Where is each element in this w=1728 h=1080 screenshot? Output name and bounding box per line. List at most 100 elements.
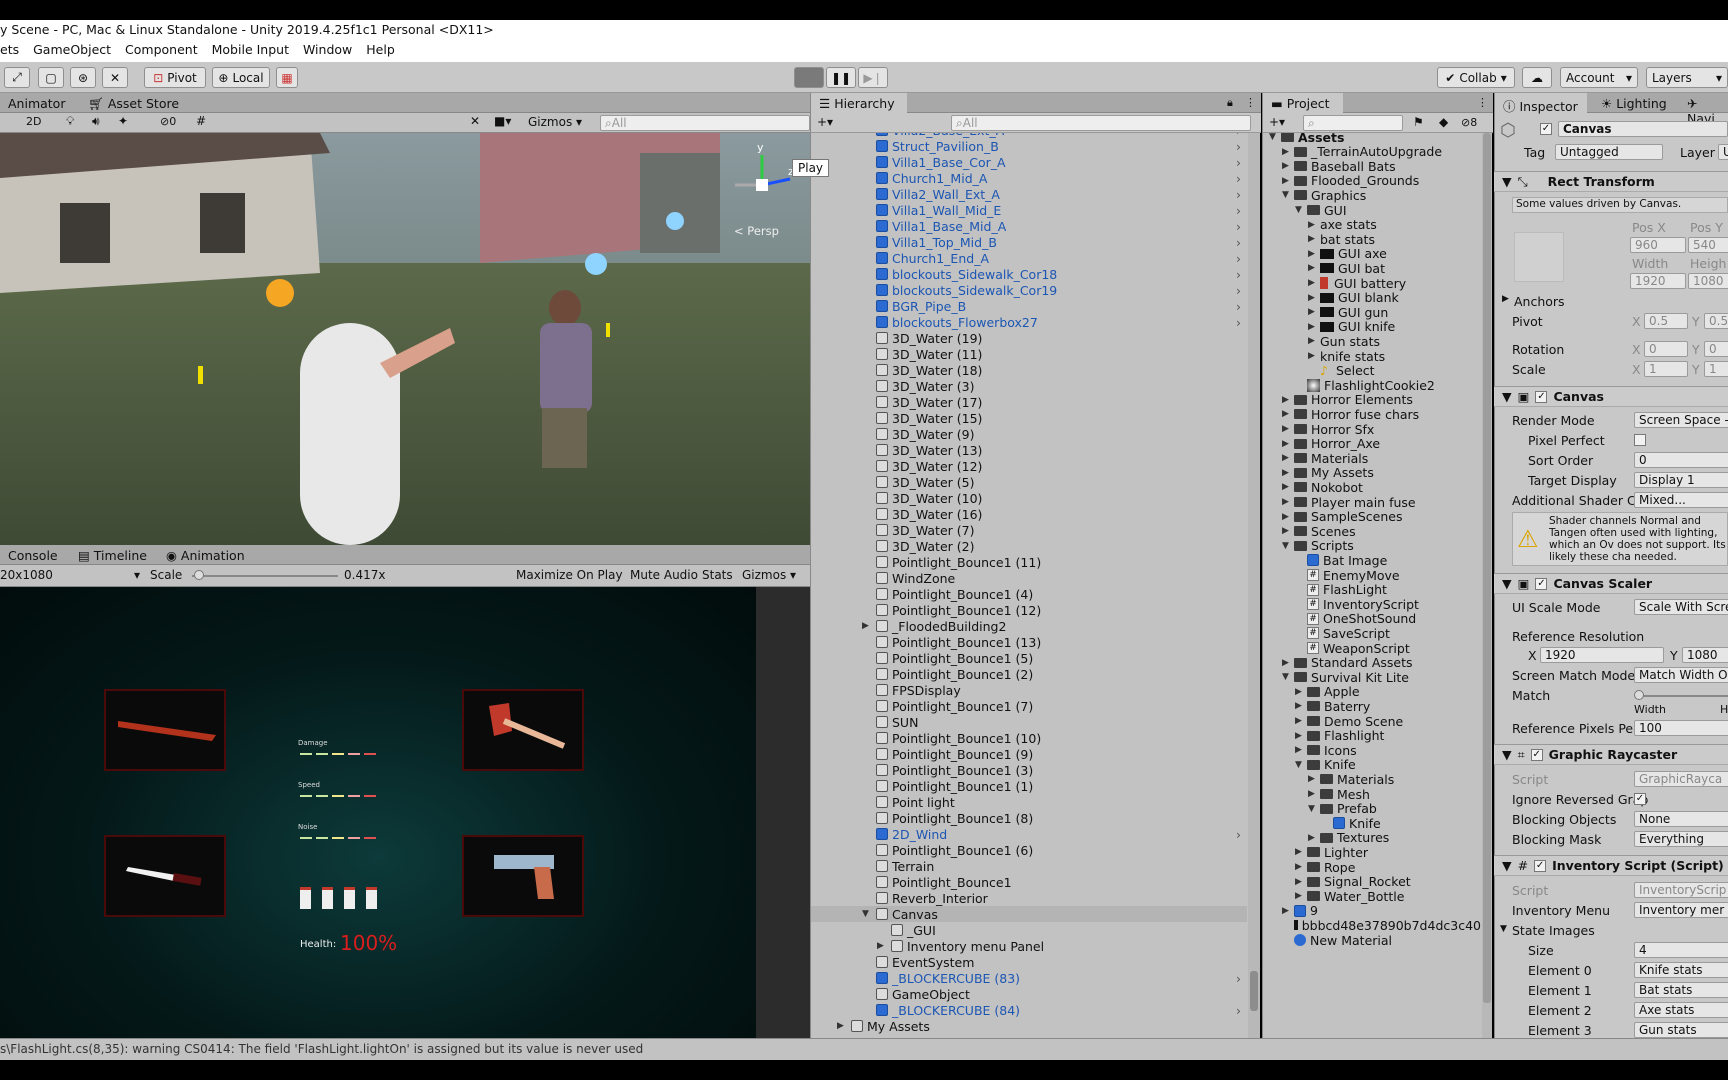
maximize-on-play-toggle[interactable]: Maximize On Play	[516, 568, 623, 582]
expand-arrow-icon[interactable]: ▶	[877, 941, 887, 951]
target-display-dropdown[interactable]: Display 1	[1634, 472, 1728, 488]
ignore-reversed-checkbox[interactable]: ✓	[1634, 793, 1646, 805]
menu-item[interactable]: Component	[125, 42, 198, 57]
enabled-checkbox[interactable]: ✓	[1535, 390, 1548, 403]
hierarchy-item[interactable]: Pointlight_Bounce1 (4)	[811, 586, 1247, 602]
hierarchy-item[interactable]: 3D_Water (11)	[811, 346, 1247, 362]
scale-slider[interactable]	[192, 570, 338, 580]
render-mode-dropdown[interactable]: Screen Space -	[1634, 412, 1728, 428]
expand-arrow-icon[interactable]: ▶	[1308, 774, 1318, 784]
hierarchy-item[interactable]: Pointlight_Bounce1 (6)	[811, 842, 1247, 858]
scale-tool-icon[interactable]: ▢	[38, 67, 64, 88]
expand-arrow-icon[interactable]: ▶	[1295, 745, 1305, 755]
expand-arrow-icon[interactable]: ▶	[1308, 249, 1318, 259]
expand-arrow-icon[interactable]: ▶	[1295, 877, 1305, 887]
hierarchy-item[interactable]: EventSystem	[811, 954, 1247, 970]
tab-project[interactable]: ▬ Project	[1263, 93, 1343, 113]
enabled-checkbox[interactable]: ✓	[1534, 859, 1547, 872]
project-item[interactable]: ▶ Standard Assets	[1263, 655, 1481, 671]
scene-search-input[interactable]: ⌕ All	[600, 115, 810, 131]
hierarchy-item[interactable]: Villa1_Base_Mid_A ›	[811, 218, 1247, 234]
play-button[interactable]	[794, 67, 824, 88]
open-prefab-arrow-icon[interactable]: ›	[1236, 971, 1241, 986]
hierarchy-item[interactable]: Villa2_Wall_Ext_A ›	[811, 186, 1247, 202]
tab-animation[interactable]: ◉ Animation	[158, 545, 253, 565]
project-item[interactable]: ▶ Gun stats	[1263, 333, 1481, 349]
project-item[interactable]: ▶ 9	[1263, 903, 1481, 919]
hierarchy-item[interactable]: _BLOCKERCUBE (84) ›	[811, 1002, 1247, 1018]
width-field[interactable]: 1920	[1630, 273, 1686, 289]
lighting-icon[interactable]: 💡︎	[66, 114, 74, 129]
expand-arrow-icon[interactable]: ▶	[1295, 891, 1305, 901]
collapse-arrow-icon[interactable]: ▼	[1282, 672, 1292, 682]
open-prefab-arrow-icon[interactable]: ›	[1236, 219, 1241, 234]
project-item[interactable]: ♪ Select	[1263, 363, 1481, 379]
project-item[interactable]: ▶ Signal_Rocket	[1263, 874, 1481, 890]
expand-arrow-icon[interactable]: ▶	[1282, 658, 1292, 668]
height-field[interactable]: 1080	[1688, 273, 1728, 289]
project-item[interactable]: ▶ Mesh	[1263, 786, 1481, 802]
project-item[interactable]: ▶ _TerrainAutoUpgrade	[1263, 144, 1481, 160]
hierarchy-item[interactable]: Pointlight_Bounce1 (9)	[811, 746, 1247, 762]
hierarchy-item[interactable]: 3D_Water (12)	[811, 458, 1247, 474]
project-item[interactable]: # OneShotSound	[1263, 611, 1481, 627]
state-image-element-field[interactable]: Axe stats	[1634, 1002, 1728, 1018]
camera-icon[interactable]: ■▾	[494, 114, 511, 128]
expand-arrow-icon[interactable]: ▶	[1308, 234, 1318, 244]
hierarchy-item[interactable]: ▶ Inventory menu Panel	[811, 938, 1247, 954]
expand-arrow-icon[interactable]: ▶	[1282, 453, 1292, 463]
expand-arrow-icon[interactable]: ▶	[1308, 833, 1318, 843]
kebab-menu-icon[interactable]: ⋮	[1245, 96, 1256, 109]
layers-dropdown[interactable]: Layers ▾	[1646, 67, 1728, 88]
enabled-checkbox[interactable]: ✓	[1530, 748, 1543, 761]
sort-order-field[interactable]: 0	[1634, 452, 1728, 468]
stats-toggle[interactable]: Stats	[702, 568, 733, 582]
menu-item[interactable]: Window	[303, 42, 352, 57]
project-item[interactable]: ▶ Horror fuse chars	[1263, 406, 1481, 422]
expand-arrow-icon[interactable]: ▶	[837, 1021, 847, 1031]
hierarchy-item[interactable]: 3D_Water (5)	[811, 474, 1247, 490]
expand-arrow-icon[interactable]: ▶	[1308, 336, 1318, 346]
hierarchy-item[interactable]: Reverb_Interior	[811, 890, 1247, 906]
project-item[interactable]: ▶ My Assets	[1263, 465, 1481, 481]
expand-arrow-icon[interactable]: ▶	[1282, 147, 1292, 157]
project-item[interactable]: ▼ GUI	[1263, 202, 1481, 218]
hierarchy-item[interactable]: GameObject	[811, 986, 1247, 1002]
state-images-size-field[interactable]: 4	[1634, 942, 1728, 958]
audio-icon[interactable]: 🔊︎	[92, 114, 100, 129]
expand-arrow-icon[interactable]: ▶	[1308, 322, 1318, 332]
tab-navigation[interactable]: ✈ Navi	[1679, 93, 1728, 126]
foldout-arrow-icon[interactable]: ▼	[1502, 576, 1512, 591]
project-item[interactable]: ▼ Prefab	[1263, 801, 1481, 817]
expand-arrow-icon[interactable]: ▶	[1282, 526, 1292, 536]
hierarchy-item[interactable]: Pointlight_Bounce1 (1)	[811, 778, 1247, 794]
transform-tool-icon[interactable]: ⊛	[70, 67, 96, 88]
hierarchy-item[interactable]: 3D_Water (7)	[811, 522, 1247, 538]
expand-arrow-icon[interactable]: ▶	[1282, 395, 1292, 405]
project-item[interactable]: ▶ GUI axe	[1263, 246, 1481, 262]
reference-x-field[interactable]: 1920	[1540, 647, 1664, 663]
project-item[interactable]: ▶ Horror Sfx	[1263, 421, 1481, 437]
tab-console[interactable]: Console	[0, 545, 66, 565]
project-item[interactable]: ▶ Rope	[1263, 859, 1481, 875]
project-item[interactable]: Knife	[1263, 815, 1481, 831]
foldout-arrow-icon[interactable]: ▼	[1502, 858, 1512, 873]
collapse-arrow-icon[interactable]: ▼	[1282, 541, 1292, 551]
open-prefab-arrow-icon[interactable]: ›	[1236, 283, 1241, 298]
project-item[interactable]: # EnemyMove	[1263, 567, 1481, 583]
local-toggle[interactable]: ⊕ Local	[212, 67, 270, 88]
reference-y-field[interactable]: 1080	[1682, 647, 1728, 663]
hierarchy-search-input[interactable]: ⌕ All	[951, 115, 1251, 131]
hierarchy-item[interactable]: Pointlight_Bounce1 (12)	[811, 602, 1247, 618]
step-button[interactable]: ▶❘	[858, 67, 888, 88]
hierarchy-item[interactable]: Struct_Pavilion_B ›	[811, 138, 1247, 154]
open-prefab-arrow-icon[interactable]: ›	[1236, 251, 1241, 266]
hierarchy-item[interactable]: Pointlight_Bounce1 (2)	[811, 666, 1247, 682]
collapse-arrow-icon[interactable]: ▼	[1269, 133, 1279, 142]
project-item[interactable]: Bat Image	[1263, 552, 1481, 568]
hierarchy-item[interactable]: WindZone	[811, 570, 1247, 586]
open-prefab-arrow-icon[interactable]: ›	[1236, 315, 1241, 330]
project-item[interactable]: ▶ Icons	[1263, 742, 1481, 758]
open-prefab-arrow-icon[interactable]: ›	[1236, 235, 1241, 250]
shader-channels-dropdown[interactable]: Mixed...	[1634, 492, 1728, 508]
